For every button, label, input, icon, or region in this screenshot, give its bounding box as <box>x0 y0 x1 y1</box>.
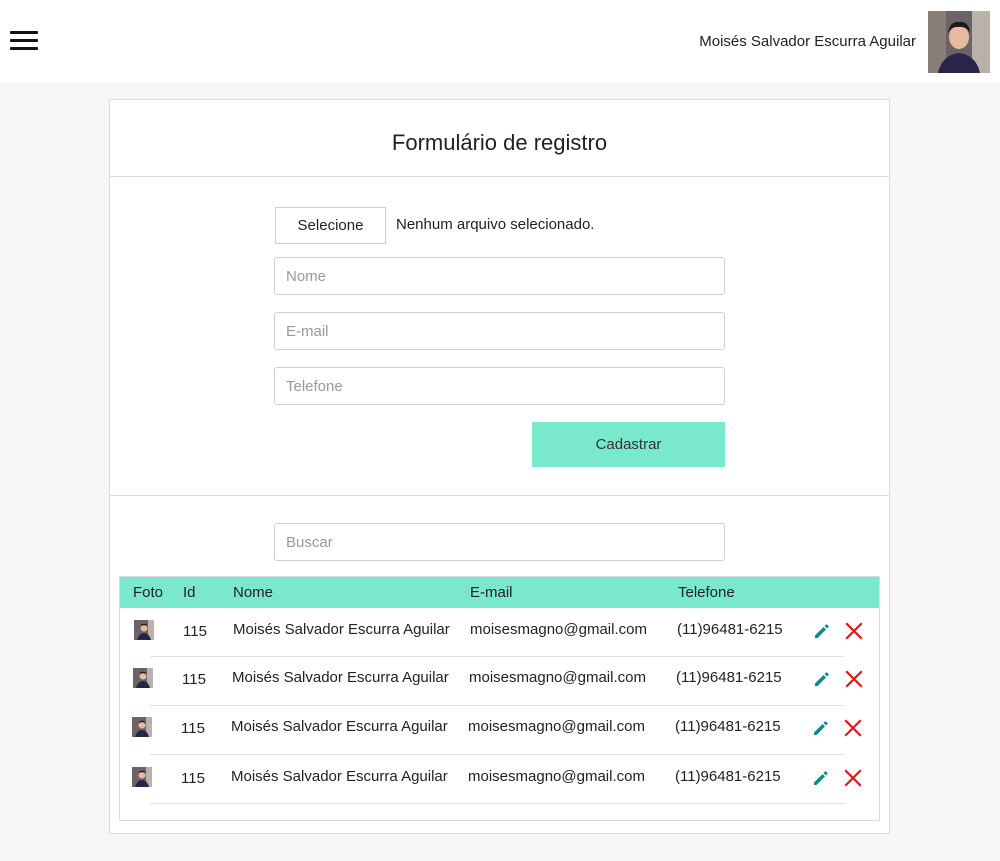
table-row: 115 Moisés Salvador Escurra Aguilar mois… <box>120 657 879 706</box>
email-input[interactable] <box>274 312 725 350</box>
row-phone: (11)96481-6215 <box>675 718 781 735</box>
table-header: Foto Id Nome E-mail Telefone <box>120 577 879 608</box>
close-icon[interactable] <box>844 621 864 641</box>
header-phone: Telefone <box>678 584 735 601</box>
register-button[interactable]: Cadastrar <box>532 422 725 467</box>
table-row: 115 Moisés Salvador Escurra Aguilar mois… <box>120 706 879 755</box>
section-divider <box>110 495 889 496</box>
row-phone: (11)96481-6215 <box>675 768 781 785</box>
pencil-icon[interactable] <box>811 768 831 788</box>
user-photo <box>133 668 153 688</box>
close-icon[interactable] <box>843 718 863 738</box>
row-id: 115 <box>183 623 207 640</box>
row-id: 115 <box>181 720 205 737</box>
name-input[interactable] <box>274 257 725 295</box>
row-email: moisesmagno@gmail.com <box>468 768 645 785</box>
top-bar: Moisés Salvador Escurra Aguilar <box>0 0 1000 83</box>
row-email: moisesmagno@gmail.com <box>468 718 645 735</box>
header-photo: Foto <box>133 584 164 601</box>
row-name: Moisés Salvador Escurra Aguilar <box>232 669 449 686</box>
hamburger-menu-icon[interactable] <box>10 31 38 51</box>
header-name: Nome <box>233 584 274 601</box>
row-email: moisesmagno@gmail.com <box>470 621 647 638</box>
file-status-text: Nenhum arquivo selecionado. <box>396 216 595 233</box>
user-photo <box>134 620 154 640</box>
form-title: Formulário de registro <box>110 100 889 177</box>
table-row: 115 Moisés Salvador Escurra Aguilar mois… <box>120 608 879 657</box>
row-separator <box>150 803 844 804</box>
close-icon[interactable] <box>843 768 863 788</box>
row-name: Moisés Salvador Escurra Aguilar <box>231 768 448 785</box>
row-email: moisesmagno@gmail.com <box>469 669 646 686</box>
user-photo <box>132 717 152 737</box>
search-input[interactable] <box>274 523 725 561</box>
header-id: Id <box>183 584 196 601</box>
row-phone: (11)96481-6215 <box>676 669 782 686</box>
table-row: 115 Moisés Salvador Escurra Aguilar mois… <box>120 755 879 804</box>
user-photo <box>132 767 152 787</box>
phone-input[interactable] <box>274 367 725 405</box>
pencil-icon[interactable] <box>812 621 832 641</box>
close-icon[interactable] <box>844 669 864 689</box>
pencil-icon[interactable] <box>811 718 831 738</box>
user-name[interactable]: Moisés Salvador Escurra Aguilar <box>699 33 916 50</box>
row-id: 115 <box>181 770 205 787</box>
row-name: Moisés Salvador Escurra Aguilar <box>231 718 448 735</box>
registration-card: Formulário de registro Selecione Nenhum … <box>109 99 890 834</box>
header-email: E-mail <box>470 584 513 601</box>
pencil-icon[interactable] <box>812 669 832 689</box>
row-phone: (11)96481-6215 <box>677 621 783 638</box>
row-id: 115 <box>182 671 206 688</box>
file-select-button[interactable]: Selecione <box>275 207 386 244</box>
row-name: Moisés Salvador Escurra Aguilar <box>233 621 450 638</box>
avatar[interactable] <box>928 11 990 73</box>
users-table: Foto Id Nome E-mail Telefone 115 Moisés … <box>119 576 880 821</box>
